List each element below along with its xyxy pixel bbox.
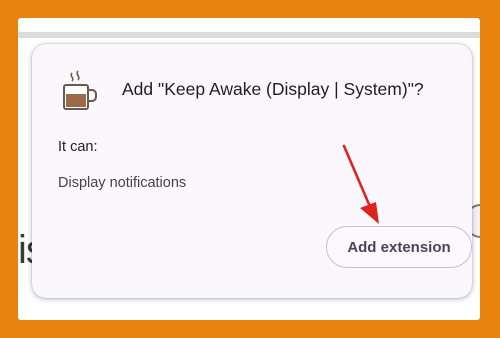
permission-item: Display notifications <box>58 175 187 191</box>
browser-toolbar-edge <box>18 32 480 38</box>
coffee-cup-icon <box>63 70 97 110</box>
browser-window: is Add "Keep Awake (Display | System)"? … <box>18 18 480 320</box>
add-extension-button[interactable]: Add extension <box>326 226 472 268</box>
permissions-heading: It can: <box>58 139 98 155</box>
dialog-title: Add "Keep Awake (Display | System)"? <box>122 79 424 99</box>
add-extension-dialog: Add "Keep Awake (Display | System)"? It … <box>32 44 472 298</box>
